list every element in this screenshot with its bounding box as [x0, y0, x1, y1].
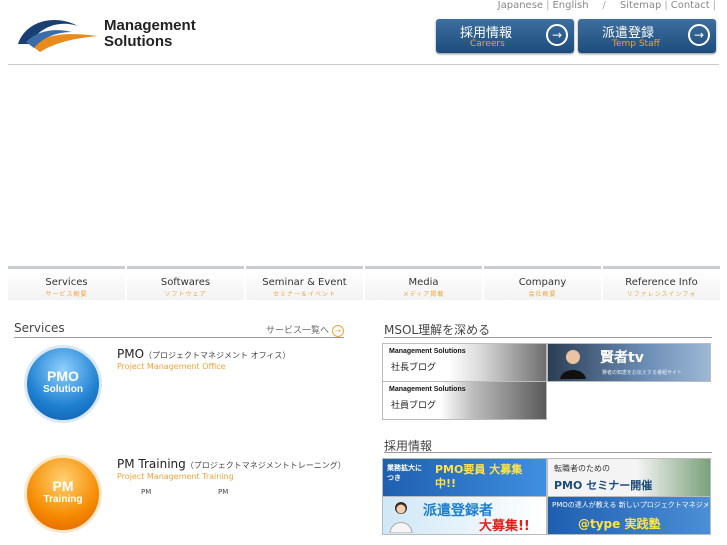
link-sitemap[interactable]: Sitemap — [620, 0, 661, 11]
utility-links: Japanese | English / Sitemap | Contact | — [497, 0, 716, 11]
type-school-banner[interactable]: PMOの達人が教える 新しいプロジェクトマネジメント @type 実践塾 — [547, 496, 711, 535]
nav-item-reference-info[interactable]: Reference Info リファレンスインフォ — [603, 266, 720, 300]
pmo-seminar-banner[interactable]: 転職者のための PMO セミナー開催 — [547, 458, 711, 497]
recruit-underline — [384, 452, 712, 453]
pmo-recruit-banner[interactable]: 業務拡大につき PMO要員 大募集中!! — [382, 458, 547, 497]
nav-label: Media — [408, 277, 439, 288]
nav-label: Company — [518, 277, 567, 288]
service-name: PMO — [117, 347, 145, 361]
nav-item-softwares[interactable]: Softwares ソフトウェア — [127, 266, 244, 300]
banner-sublabel: PMO要員 大募集中!! — [435, 463, 523, 490]
link-english[interactable]: English — [552, 0, 588, 11]
arrow-right-icon: → — [688, 24, 710, 46]
link-japanese[interactable]: Japanese — [498, 0, 543, 11]
careers-button[interactable]: 採用情報 Careers → — [436, 19, 574, 53]
nav-item-seminar-event[interactable]: Seminar & Event セミナー＆イベント — [246, 266, 363, 300]
staff-blog-banner[interactable]: Management Solutions 社員ブログ — [382, 381, 547, 420]
service-pmo-subtitle: Project Management Office — [117, 362, 226, 371]
service-pm-training-subtitle: Project Management Training — [117, 472, 234, 481]
deepen-underline — [384, 337, 712, 338]
ball-sublabel: Solution — [43, 384, 83, 395]
nav-label: Seminar & Event — [262, 277, 347, 288]
nav-label: Services — [45, 277, 88, 288]
service-pm-training-title[interactable]: PM Training（プロジェクトマネジメントトレーニング） — [117, 457, 346, 471]
banner-sublabel: 社長ブログ — [391, 363, 437, 373]
banner-sublabel: 賢者の知恵をお伝えする番組サイト — [602, 370, 683, 376]
service-pmo-title[interactable]: PMO（プロジェクトマネジメント オフィス） — [117, 347, 290, 361]
header-divider — [8, 64, 719, 65]
nav-label: Reference Info — [625, 277, 698, 288]
careers-button-sublabel: Careers — [470, 39, 505, 49]
service-name: PM Training — [117, 457, 186, 471]
banner-label: Management Solutions — [389, 386, 466, 393]
banner-label: PMOの達人が教える 新しいプロジェクトマネジメント — [552, 501, 708, 509]
nav-item-services[interactable]: Services サービス概要 — [8, 266, 125, 300]
pmo-solution-icon[interactable]: PMO Solution — [24, 345, 102, 423]
nav-sublabel: 会社概要 — [528, 291, 557, 298]
services-more-link[interactable]: サービス一覧へ → — [266, 323, 344, 337]
arrow-right-icon: → — [546, 24, 568, 46]
pm-training-icon[interactable]: PM Training — [24, 455, 102, 533]
president-blog-banner[interactable]: Management Solutions 社長ブログ — [382, 343, 547, 382]
ball-sublabel: Training — [43, 494, 83, 505]
banner-label: 業務拡大につき — [387, 464, 422, 482]
logo-text-line2: Solutions — [104, 33, 173, 50]
banner-label: 賢者tv — [600, 350, 644, 366]
nav-item-media[interactable]: Media メディア掲載 — [365, 266, 482, 300]
kenja-tv-banner[interactable]: 賢者tv 賢者の知恵をお伝えする番組サイト — [547, 343, 711, 382]
ball-label: PM — [52, 478, 74, 494]
link-contact[interactable]: Contact — [671, 0, 710, 11]
ball-label: PMO — [47, 368, 79, 384]
banner-sublabel: 大募集!! — [479, 519, 530, 534]
banner-sublabel: @type 実践塾 — [578, 517, 661, 531]
service-name-jp: （プロジェクトマネジメントトレーニング） — [185, 461, 346, 470]
service-name-jp: （プロジェクトマネジメント オフィス） — [144, 351, 291, 360]
company-logo[interactable]: Management Solutions — [16, 14, 216, 58]
services-heading: Services — [14, 321, 65, 335]
services-more-label: サービス一覧へ — [266, 326, 330, 336]
nav-sublabel: リファレンスインフォ — [626, 291, 697, 298]
person-photo-icon — [560, 350, 586, 379]
nav-sublabel: メディア掲載 — [402, 291, 445, 298]
temp-staff-button-sublabel: Temp Staff — [612, 39, 660, 49]
banner-label: Management Solutions — [389, 348, 466, 355]
nav-sublabel: セミナー＆イベント — [272, 291, 336, 298]
logo-text-line1: Management — [104, 17, 196, 34]
nav-item-company[interactable]: Company 会社概要 — [484, 266, 601, 300]
temp-staff-button[interactable]: 派遣登録 Temp Staff → — [578, 19, 716, 53]
banner-sublabel: 社員ブログ — [391, 401, 437, 411]
banner-label: 転職者のための — [554, 464, 610, 473]
service-pm-training-note: PM — [218, 488, 229, 496]
temp-staff-recruit-banner[interactable]: 派遣登録者 大募集!! — [382, 496, 547, 535]
arrow-right-circle-icon: → — [331, 325, 344, 337]
logo-swoosh-icon — [18, 20, 98, 52]
nav-sublabel: ソフトウェア — [164, 291, 207, 298]
banner-sublabel: PMO セミナー開催 — [554, 479, 653, 492]
global-nav: Services サービス概要 Softwares ソフトウェア Seminar &… — [8, 266, 720, 300]
nav-label: Softwares — [160, 277, 211, 288]
service-pm-training-note: PM — [141, 488, 152, 496]
services-underline — [14, 337, 344, 338]
nav-sublabel: サービス概要 — [45, 291, 88, 298]
deepen-heading: MSOL理解を深める — [384, 323, 491, 337]
person-photo-icon — [389, 502, 413, 533]
